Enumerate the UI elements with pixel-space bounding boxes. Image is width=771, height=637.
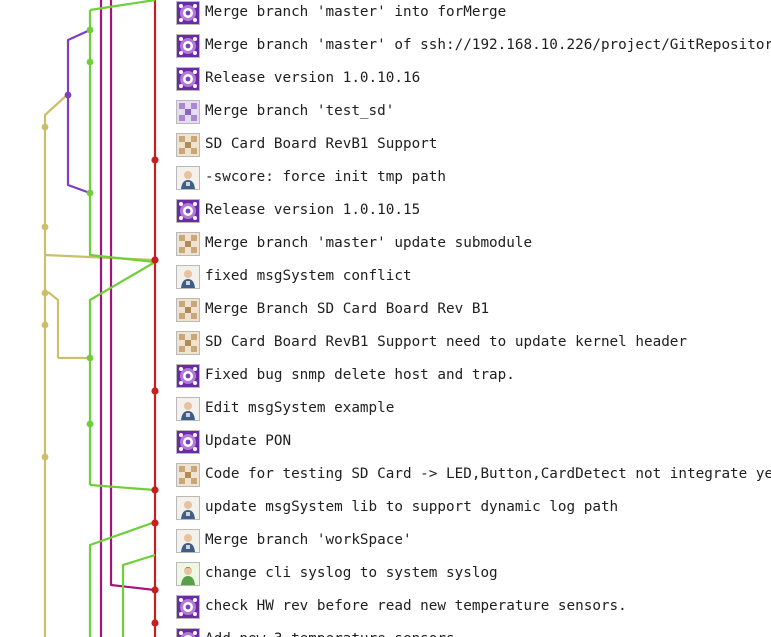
person-photo-icon [176,265,200,289]
commit-message: Update PON [205,433,292,449]
commit-row[interactable]: Merge branch 'master' of ssh://192.168.1… [0,29,771,62]
commit-row[interactable]: update msgSystem lib to support dynamic … [0,491,771,524]
purple-mandala-icon [176,430,200,454]
git-history-view: Merge branch 'master' into forMerge Merge… [0,0,771,637]
commit-message: Code for testing SD Card -> LED,Button,C… [205,466,771,482]
commit-message: SD Card Board RevB1 Support [205,136,438,152]
commit-message: Edit msgSystem example [205,400,395,416]
commit-row[interactable]: Merge branch 'master' into forMerge [0,0,771,29]
green-person-icon [176,562,200,586]
commit-row[interactable]: Merge branch 'test_sd' [0,95,771,128]
commit-message: Release version 1.0.10.15 [205,202,421,218]
commit-message: Merge branch 'workSpace' [205,532,412,548]
commit-row[interactable]: Merge branch 'workSpace' [0,524,771,557]
person-photo-icon [176,166,200,190]
commit-message: -swcore: force init tmp path [205,169,447,185]
commit-message: SD Card Board RevB1 Support need to upda… [205,334,688,350]
commit-message: check HW rev before read new temperature… [205,598,627,614]
commit-message: Merge branch 'master' of ssh://192.168.1… [205,37,771,53]
commit-row[interactable]: change cli syslog to system syslog [0,557,771,590]
commit-message: Add new 3 temperature sensors. [205,629,463,637]
commit-row[interactable]: Release version 1.0.10.16 [0,62,771,95]
commit-row[interactable]: SD Card Board RevB1 Support [0,128,771,161]
commit-row[interactable]: Update PON [0,425,771,458]
tan-mosaic-icon [176,133,200,157]
commit-message: Merge Branch SD Card Board Rev B1 [205,301,490,317]
commit-message: Merge branch 'master' update submodule [205,235,533,251]
commit-message: change cli syslog to system syslog [205,565,498,581]
commit-row[interactable]: fixed msgSystem conflict [0,260,771,293]
commit-message: Merge branch 'master' into forMerge [205,4,507,20]
commit-row[interactable]: Release version 1.0.10.15 [0,194,771,227]
tan-mosaic-icon [176,331,200,355]
purple-mandala-icon [176,364,200,388]
commit-row[interactable]: Add new 3 temperature sensors. [0,623,771,637]
purple-mandala-icon [176,595,200,619]
commit-row[interactable]: Edit msgSystem example [0,392,771,425]
purple-mandala-icon [176,34,200,58]
commit-row[interactable]: Code for testing SD Card -> LED,Button,C… [0,458,771,491]
lavender-mosaic-icon [176,100,200,124]
commit-row[interactable]: SD Card Board RevB1 Support need to upda… [0,326,771,359]
commit-row[interactable]: Fixed bug snmp delete host and trap. [0,359,771,392]
tan-mosaic-icon [176,232,200,256]
commit-row[interactable]: Merge Branch SD Card Board Rev B1 [0,293,771,326]
person-photo-icon [176,397,200,421]
purple-mandala-icon [176,1,200,25]
purple-mandala-icon [176,628,200,637]
commit-message: Fixed bug snmp delete host and trap. [205,367,515,383]
tan-mosaic-icon [176,463,200,487]
person-photo-icon [176,529,200,553]
purple-mandala-icon [176,67,200,91]
tan-mosaic-icon [176,298,200,322]
purple-mandala-icon [176,199,200,223]
commit-row[interactable]: Merge branch 'master' update submodule [0,227,771,260]
commit-message: Merge branch 'test_sd' [205,103,395,119]
commit-message: update msgSystem lib to support dynamic … [205,499,619,515]
commit-row[interactable]: -swcore: force init tmp path [0,161,771,194]
commit-message: fixed msgSystem conflict [205,268,412,284]
commit-row[interactable]: check HW rev before read new temperature… [0,590,771,623]
person-photo-icon [176,496,200,520]
commit-message: Release version 1.0.10.16 [205,70,421,86]
